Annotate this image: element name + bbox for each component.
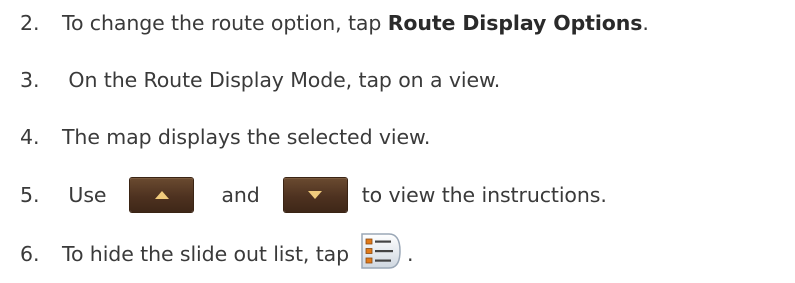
step-number: 5. [20, 183, 40, 207]
step-text: to view the instructions. [361, 183, 607, 207]
step-text: On the Route Display Mode, tap on a view… [62, 68, 501, 92]
route-display-options-label: Route Display Options [387, 11, 643, 35]
step-6: 6. To hide the slide out list, tap . [0, 232, 414, 274]
step-text: and [221, 183, 260, 207]
step-text: Use [62, 183, 107, 207]
step-text: To hide the slide out list, tap [62, 242, 350, 266]
step-4: 4. The map displays the selected view. [0, 117, 430, 157]
step-number: 4. [20, 125, 40, 149]
step-text: The map displays the selected view. [62, 125, 431, 149]
down-arrow-button-icon [283, 178, 347, 212]
list-icon [359, 232, 403, 270]
step-text: To change the route option, tap [62, 11, 388, 35]
step-5: 5. Use and to view the instructions. [0, 175, 607, 215]
step-2: 2. To change the route option, tap Route… [0, 3, 649, 43]
step-number: 6. [20, 242, 40, 266]
step-punctuation: . [407, 242, 414, 266]
step-number: 2. [20, 11, 40, 35]
step-number: 3. [20, 68, 40, 92]
up-arrow-button-icon [130, 178, 194, 212]
step-punctuation: . [642, 11, 649, 35]
step-3: 3. On the Route Display Mode, tap on a v… [0, 60, 500, 100]
